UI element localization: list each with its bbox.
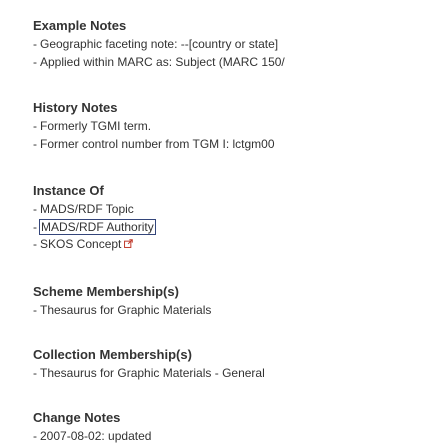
instance-of-item: - MADS/RDF Topic <box>33 202 134 216</box>
instance-of-item: - MADS/RDF Authority <box>33 218 156 235</box>
change-notes-section: Change Notes -2007-08-02: updated <box>33 409 448 446</box>
change-notes-heading: Change Notes <box>33 410 121 425</box>
history-notes-section: History Notes - Formerly TGMI term. - Form… <box>33 99 448 153</box>
example-note-item: - Applied within MARC as: Subject (MARC 1… <box>33 54 285 69</box>
scheme-membership-item: - Thesaurus for Graphic Materials <box>33 303 212 317</box>
collection-membership-heading: Collection Membership(s) <box>33 347 192 362</box>
mads-rdf-topic-link[interactable]: MADS/RDF Topic <box>40 202 134 216</box>
scheme-membership-section: Scheme Membership(s) - Thesaurus for Grap… <box>33 283 448 320</box>
collection-tgm-general-link[interactable]: Thesaurus for Graphic Materials - Genera… <box>40 366 265 380</box>
collection-membership-section: Collection Membership(s) - Thesaurus for … <box>33 346 448 383</box>
external-link-icon[interactable] <box>124 239 134 248</box>
scheme-membership-heading: Scheme Membership(s) <box>33 284 179 299</box>
history-note-item: - Former control number from TGM I: lctgm… <box>33 136 275 151</box>
instance-of-item: - SKOS Concept <box>33 236 448 254</box>
change-note-item: -2007-08-02: updated <box>33 429 152 443</box>
history-notes-heading: History Notes <box>33 100 118 115</box>
page: Example Notes - Geographic faceting note:… <box>0 0 448 448</box>
scheme-tgm-link[interactable]: Thesaurus for Graphic Materials <box>40 303 211 317</box>
example-notes-section: Example Notes - Geographic faceting note:… <box>33 17 448 71</box>
mads-rdf-authority-link[interactable]: MADS/RDF Authority <box>39 218 156 235</box>
collection-membership-item: - Thesaurus for Graphic Materials - Gener… <box>33 366 265 380</box>
history-note-item: - Formerly TGMI term. <box>33 119 152 133</box>
instance-of-heading: Instance Of <box>33 183 104 198</box>
example-notes-heading: Example Notes <box>33 18 127 33</box>
instance-of-section: Instance Of - MADS/RDF Topic - MADS/RDF Au… <box>33 182 448 254</box>
skos-concept-link[interactable]: SKOS Concept <box>40 237 121 251</box>
example-note-item: - Geographic faceting note: --[country or… <box>33 37 279 51</box>
